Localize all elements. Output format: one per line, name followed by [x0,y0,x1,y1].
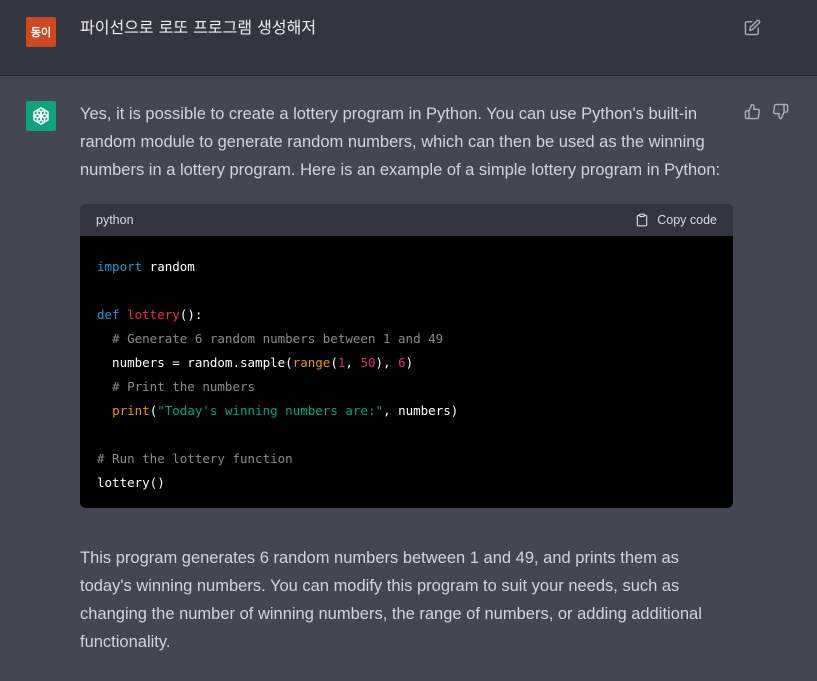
code-token: import [97,259,143,274]
code-block: python Copy code import random def lotte… [80,204,733,508]
code-comment: # Run the lottery function [97,451,293,466]
clipboard-icon [636,213,648,227]
code-string: "Today's winning numbers are:" [157,403,384,418]
code-token: lottery [127,307,180,322]
openai-logo-icon [33,107,49,125]
edit-icon[interactable] [744,19,761,36]
code-line-6: # Print the numbers [97,375,717,399]
code-line-5: numbers = random.sample(range(1, 50), 6) [97,351,717,375]
code-token: random [142,259,195,274]
user-message-text: 파이선으로 로또 프로그램 생성해저 [80,18,317,37]
code-line-9: # Run the lottery function [97,447,717,471]
code-token: , [345,355,361,370]
code-token: lottery() [97,475,165,490]
code-line-10: lottery() [97,471,717,495]
user-avatar: 동이 [26,17,56,47]
code-token: ), [375,355,399,370]
code-token: , numbers) [383,403,459,418]
code-number: 50 [360,355,376,370]
code-token: print [112,403,150,418]
code-token: (): [179,307,203,322]
code-content[interactable]: import random def lottery(): # Generate … [80,236,733,495]
code-language-label: python [96,213,134,227]
code-line-3: def lottery(): [97,303,717,327]
code-comment: # Generate 6 random numbers between 1 an… [97,331,444,346]
code-block-header: python Copy code [80,204,733,236]
code-token: numbers = random.sample( [97,355,293,370]
code-token: ( [330,355,338,370]
assistant-outro-text: This program generates 6 random numbers … [80,549,702,651]
code-comment: # Print the numbers [97,379,256,394]
thumbs-down-icon[interactable] [772,103,789,120]
assistant-intro-text: Yes, it is possible to create a lottery … [80,105,721,179]
code-line-1: import random [97,255,717,279]
thumbs-up-icon[interactable] [744,103,761,120]
code-line-7: print("Today's winning numbers are:", nu… [97,399,717,423]
user-message-row: 동이 파이선으로 로또 프로그램 생성해저 [0,0,817,76]
assistant-avatar [26,101,56,131]
code-token: def [97,307,120,322]
code-number: 6 [398,355,406,370]
copy-code-label: Copy code [657,213,717,227]
copy-code-button[interactable]: Copy code [635,213,717,227]
code-line-4: # Generate 6 random numbers between 1 an… [97,327,717,351]
code-token: range [292,355,331,370]
code-token: ) [405,355,414,370]
